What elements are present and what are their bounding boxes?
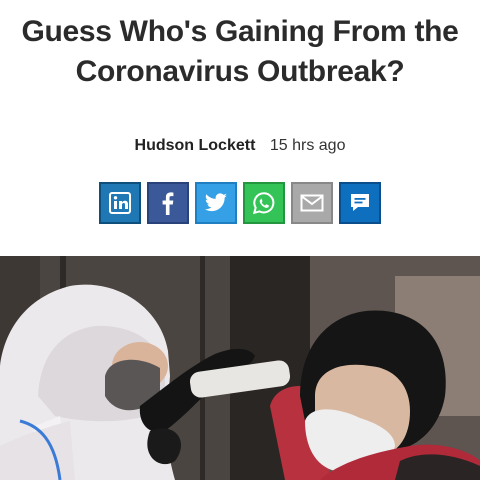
share-facebook-button[interactable]: [147, 182, 189, 224]
share-bar: [99, 182, 381, 224]
twitter-icon: [204, 193, 227, 212]
linkedin-icon: [109, 192, 131, 214]
share-linkedin-button[interactable]: [99, 182, 141, 224]
share-comment-button[interactable]: [339, 182, 381, 224]
article-hero-image: [0, 256, 480, 480]
article-headline: Guess Who's Gaining From the Coronavirus…: [0, 12, 480, 92]
facebook-icon: [162, 192, 174, 215]
headline-line-1: Guess Who's Gaining From the: [21, 15, 459, 48]
share-twitter-button[interactable]: [195, 182, 237, 224]
timestamp: 15 hrs ago: [269, 137, 346, 154]
share-whatsapp-button[interactable]: [243, 182, 285, 224]
whatsapp-icon: [252, 192, 275, 215]
headline-line-2: Coronavirus Outbreak?: [75, 55, 405, 88]
share-email-button[interactable]: [291, 182, 333, 224]
byline: Hudson Lockett 15 hrs ago: [0, 137, 480, 155]
photo-illustration: [0, 256, 480, 480]
comment-icon: [351, 194, 369, 211]
author-name[interactable]: Hudson Lockett: [135, 137, 256, 154]
email-icon: [300, 194, 324, 212]
